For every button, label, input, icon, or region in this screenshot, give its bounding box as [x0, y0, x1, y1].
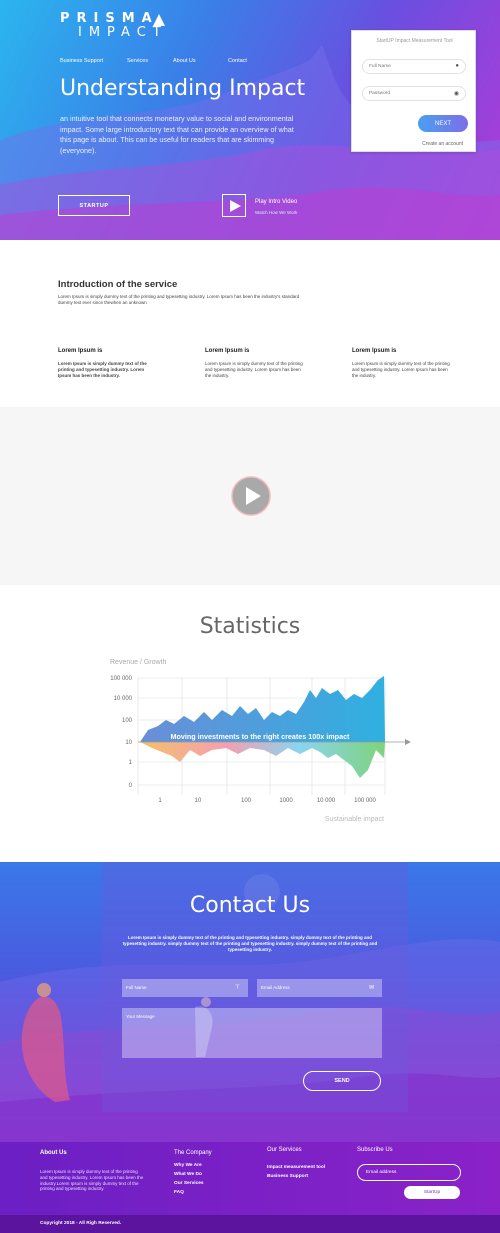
- user-icon: ⊤: [234, 985, 240, 991]
- x-tick: 10: [195, 798, 202, 804]
- impact-area-lower: [140, 742, 385, 778]
- y-tick: 0: [129, 783, 133, 789]
- brand-line-2: IMPACT: [78, 25, 168, 40]
- revenue-growth-chart: Revenue / Growth Moving investments to t…: [110, 659, 411, 823]
- footer-link-impact-tool[interactable]: Impact measurement tool: [267, 1165, 325, 1170]
- intro-description: Lorem Ipsum is simply dummy text of the …: [58, 294, 300, 305]
- contact-full-name-input[interactable]: Full Name ⊤: [122, 979, 248, 997]
- y-tick: 100: [122, 718, 133, 724]
- create-account-link[interactable]: Create an account: [422, 141, 463, 147]
- send-button[interactable]: SEND: [303, 1071, 381, 1091]
- feature-text: Lorem Ipsum is simply dummy text of the …: [58, 361, 147, 378]
- feature-title: Lorem Ipsum is: [352, 348, 397, 354]
- statistics-title: Statistics: [199, 614, 301, 639]
- page: PRISMA IMPACT Business Support Services …: [0, 0, 500, 1233]
- form-title: StartUP Impact Measurement Tool: [376, 38, 453, 44]
- password-placeholder: Password: [369, 91, 391, 96]
- footer-subscribe-title: Subscribe Us: [357, 1147, 393, 1153]
- y-tick: 100 000: [110, 676, 132, 682]
- hero-intro-text: an intuitive tool that connects monetary…: [60, 114, 294, 155]
- full-name-input[interactable]: Full Name ●: [362, 59, 466, 74]
- x-tick: 10 000: [317, 798, 336, 804]
- startup-button[interactable]: STARTUP: [58, 195, 130, 216]
- nav-business-support[interactable]: Business Support: [60, 58, 103, 64]
- contact-email-input[interactable]: Email Address ✉: [257, 979, 382, 997]
- copyright-text: Copyright 2018 - All Righ Reserved.: [40, 1221, 122, 1226]
- feature-column-1: Lorem Ipsum is Lorem Ipsum is simply dum…: [58, 348, 158, 378]
- play-icon: [230, 200, 241, 212]
- lock-icon: ◉: [453, 91, 459, 97]
- password-input[interactable]: Password ◉: [362, 86, 466, 101]
- chart-x-label: Sustainable impact: [325, 816, 384, 823]
- feature-text: Lorem Ipsum is simply dummy text of the …: [352, 361, 450, 378]
- full-name-placeholder: Full Name: [369, 64, 391, 69]
- footer-company-title: The Company: [174, 1150, 212, 1156]
- subscribe-email-input[interactable]: Email address: [357, 1164, 461, 1181]
- intro-title: Introduction of the service: [58, 279, 178, 290]
- hero-section: PRISMA IMPACT Business Support Services …: [0, 0, 500, 240]
- brand-logo[interactable]: PRISMA IMPACT: [60, 12, 168, 40]
- signup-form: StartUP Impact Measurement Tool Full Nam…: [351, 30, 476, 152]
- feature-column-2: Lorem Ipsum is Lorem Ipsum is simply dum…: [205, 348, 305, 378]
- feature-text: Lorem Ipsum is simply dummy text of the …: [205, 361, 303, 378]
- contact-title: Contact Us: [189, 893, 311, 918]
- next-button[interactable]: NEXT: [418, 115, 468, 132]
- footer-link-our-services[interactable]: Our Services: [174, 1181, 204, 1186]
- subscribe-button[interactable]: StartUp: [404, 1186, 460, 1199]
- arrow-right-icon: [405, 739, 411, 745]
- feature-title: Lorem Ipsum is: [205, 348, 250, 354]
- contact-email-placeholder: Email Address: [261, 985, 290, 990]
- x-tick: 100: [241, 798, 252, 804]
- footer-link-what-we-do[interactable]: What We Do: [174, 1172, 202, 1177]
- feature-column-3: Lorem Ipsum is Lorem Ipsum is simply dum…: [352, 348, 452, 378]
- prism-triangle-icon: [153, 14, 165, 26]
- nav-about-us[interactable]: About Us: [173, 58, 196, 64]
- play-video-button[interactable]: [222, 194, 246, 217]
- x-tick-labels: 1 10 100 1000 10 000 100 000: [158, 798, 376, 804]
- y-tick: 1: [129, 760, 133, 766]
- footer-link-faq[interactable]: FAQ: [174, 1190, 184, 1195]
- footer-about-title: About Us: [40, 1150, 67, 1156]
- contact-description: Lorem Ipsum is simply dummy text of the …: [122, 935, 378, 952]
- footer-link-business-support[interactable]: Business Support: [267, 1174, 308, 1179]
- x-tick: 100 000: [354, 798, 376, 804]
- x-tick: 1000: [279, 798, 293, 804]
- user-icon: ●: [455, 63, 459, 69]
- feature-title: Lorem Ipsum is: [58, 348, 103, 354]
- footer-about-text: Lorem Ipsum is simply dummy text of the …: [40, 1169, 144, 1192]
- contact-section: Contact Us Lorem Ipsum is simply dummy t…: [0, 862, 500, 1142]
- chart-annotation: Moving investments to the right creates …: [171, 732, 351, 741]
- y-tick: 10 000: [114, 696, 133, 702]
- video-play-icon[interactable]: [231, 476, 271, 516]
- hero-title: Understanding Impact: [60, 76, 306, 101]
- subscribe-email-placeholder: Email address: [366, 1170, 397, 1175]
- nav-contact[interactable]: Contact: [228, 58, 247, 64]
- main-nav: Business Support Services About Us Conta…: [60, 58, 300, 68]
- copyright-bar: Copyright 2018 - All Righ Reserved.: [0, 1215, 500, 1233]
- chart-title: Revenue / Growth: [110, 659, 167, 666]
- contact-full-name-placeholder: Full Name: [126, 985, 147, 990]
- y-tick-labels: 100 000 10 000 100 10 1 0: [110, 676, 132, 789]
- contact-message-textarea[interactable]: Your Message: [122, 1008, 382, 1058]
- y-tick: 10: [125, 740, 132, 746]
- footer-link-why-we-are[interactable]: Why We Are: [174, 1163, 202, 1168]
- play-video-subtitle: Watch How We Work: [255, 210, 298, 215]
- x-tick: 1: [158, 798, 162, 804]
- footer-services-title: Our Services: [267, 1147, 302, 1153]
- contact-message-placeholder: Your Message: [126, 1014, 155, 1019]
- mail-icon: ✉: [368, 985, 374, 991]
- nav-services[interactable]: Services: [127, 58, 148, 64]
- play-video-label[interactable]: Play Intro Video: [255, 199, 297, 205]
